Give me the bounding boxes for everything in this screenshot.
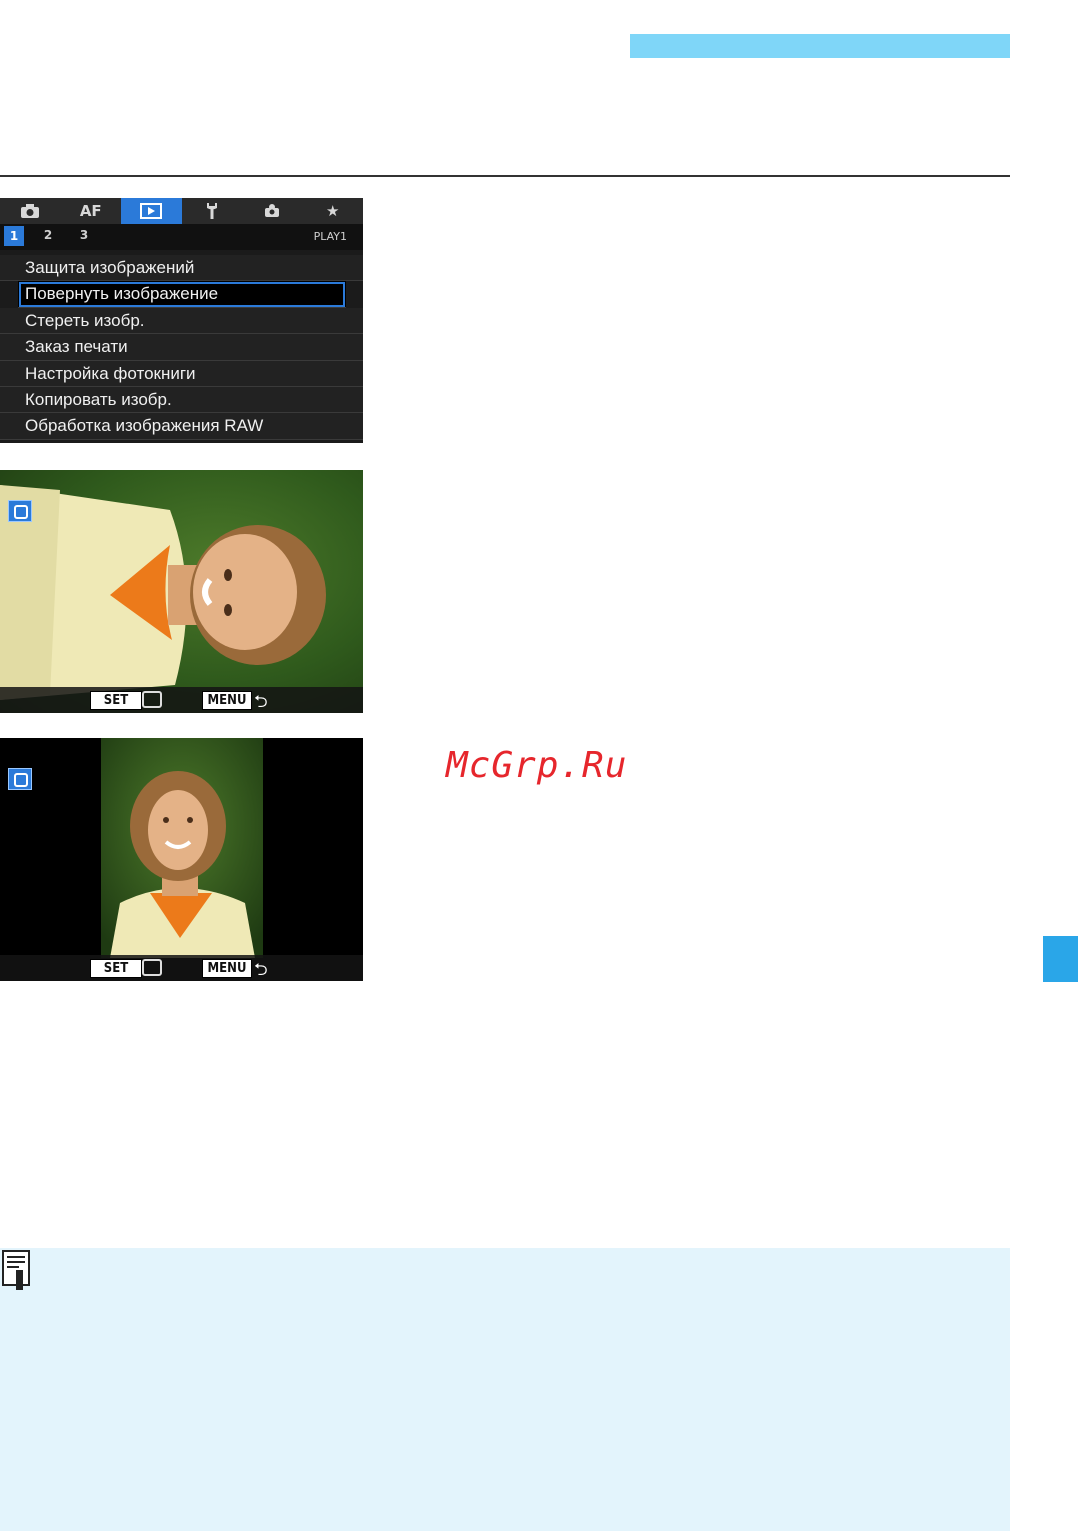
rotate-preview-vertical: SET MENU ⮌ xyxy=(0,738,363,981)
tab-playback[interactable] xyxy=(121,198,182,224)
chapter-side-tab xyxy=(1043,936,1078,982)
menu-button[interactable]: MENU xyxy=(202,959,252,978)
sub-tab-1[interactable]: 1 xyxy=(4,226,24,246)
back-arrow-icon: ⮌ xyxy=(254,960,268,980)
screen1-button-bar: SET MENU ⮌ xyxy=(0,687,363,713)
note-icon xyxy=(2,1250,30,1290)
menu-item-erase[interactable]: Стереть изобр. xyxy=(0,307,363,335)
tab-custom[interactable] xyxy=(242,198,303,224)
playback-icon xyxy=(140,203,163,219)
rotate-image-icon xyxy=(8,500,32,522)
custom-camera-icon xyxy=(265,204,280,217)
menu-item-raw-processing[interactable]: Обработка изображения RAW xyxy=(0,413,363,440)
tab-af[interactable]: AF xyxy=(61,198,122,224)
menu-item-print-order[interactable]: Заказ печати xyxy=(0,334,363,361)
rotated-portrait-image xyxy=(0,485,326,700)
menu-item-copy[interactable]: Копировать изобр. xyxy=(0,386,363,414)
section-header-bar xyxy=(630,34,1010,58)
sub-tab-2[interactable]: 2 xyxy=(38,228,58,242)
tab-setup[interactable] xyxy=(182,198,243,224)
back-arrow-icon: ⮌ xyxy=(254,692,268,712)
sub-tab-3[interactable]: 3 xyxy=(74,228,94,242)
menu-page-id: PLAY1 xyxy=(313,230,347,243)
screen2-button-bar: SET MENU ⮌ xyxy=(0,955,363,981)
watermark-text: McGrp.Ru xyxy=(446,745,628,786)
tab-shooting[interactable] xyxy=(0,198,61,224)
menu-button[interactable]: MENU xyxy=(202,691,252,710)
star-icon: ★ xyxy=(326,202,340,220)
note-box xyxy=(0,1248,1010,1531)
header-divider xyxy=(0,175,1010,177)
set-button[interactable]: SET xyxy=(90,959,142,978)
wrench-icon xyxy=(206,203,217,219)
menu-item-protect[interactable]: Защита изображений xyxy=(0,255,363,282)
camera-icon xyxy=(21,204,40,218)
rotate-preview-horizontal: SET MENU ⮌ xyxy=(0,470,363,713)
menu-list: Защита изображений Повернуть изображение… xyxy=(0,255,363,440)
rotate-action-icon xyxy=(142,691,162,708)
menu-tab-row: AF ★ xyxy=(0,198,363,224)
sub-tab-row: 1 2 3 PLAY1 xyxy=(0,224,363,250)
upright-portrait-image xyxy=(101,738,263,958)
rotate-image-icon xyxy=(8,768,32,790)
camera-menu-screen: AF ★ 1 2 3 PLAY1 Защита изображений Пове… xyxy=(0,198,363,443)
menu-item-rotate[interactable]: Повернуть изображение xyxy=(18,281,346,308)
menu-item-photobook[interactable]: Настройка фотокниги xyxy=(0,360,363,387)
tab-my-menu[interactable]: ★ xyxy=(303,198,364,224)
set-button[interactable]: SET xyxy=(90,691,142,710)
rotate-action-icon xyxy=(142,959,162,976)
